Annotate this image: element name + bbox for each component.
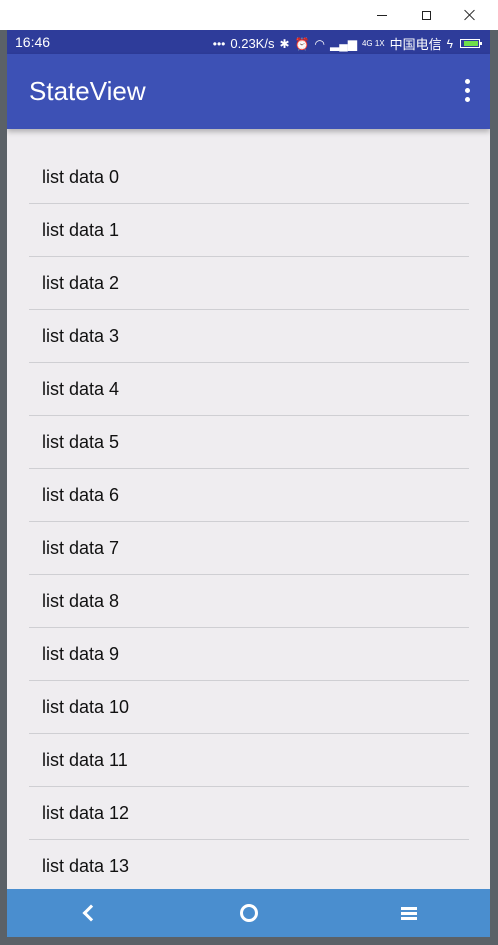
alarm-icon: ⏰ [294, 36, 310, 51]
list-item[interactable]: list data 11 [29, 735, 469, 787]
window-titlebar [0, 0, 498, 30]
carrier-name: 中国电信 [389, 37, 442, 52]
home-icon [240, 904, 258, 922]
data-list[interactable]: list data 0 list data 1 list data 2 list… [29, 152, 469, 894]
list-item[interactable]: list data 8 [29, 576, 469, 628]
status-time: 16:46 [15, 34, 51, 50]
overflow-dot-icon [465, 79, 470, 84]
back-button[interactable] [59, 889, 119, 937]
menu-icon [401, 907, 417, 920]
charging-icon: ϟ [446, 36, 453, 51]
menu-button[interactable] [379, 889, 439, 937]
list-item[interactable]: list data 6 [29, 470, 469, 522]
back-icon [82, 904, 100, 922]
list-item[interactable]: list data 7 [29, 523, 469, 575]
emulator-window: 16:46 ••• 0.23K/s ✱ ⏰ ◠ ▂▄▆ 4G 1X 中国电信 ϟ… [0, 0, 498, 945]
list-item[interactable]: list data 0 [29, 152, 469, 204]
signal-label: 4G 1X [361, 38, 385, 48]
app-title: StateView [29, 76, 146, 106]
bluetooth-icon: ✱ [279, 36, 290, 51]
app-bar: StateView [7, 54, 490, 129]
wifi-icon: ◠ [314, 36, 325, 51]
maximize-button[interactable] [404, 0, 448, 30]
minimize-button[interactable] [360, 0, 404, 30]
phone-screen: 16:46 ••• 0.23K/s ✱ ⏰ ◠ ▂▄▆ 4G 1X 中国电信 ϟ… [7, 30, 490, 937]
status-indicators: ••• 0.23K/s ✱ ⏰ ◠ ▂▄▆ 4G 1X 中国电信 ϟ [212, 34, 482, 53]
dots-icon: ••• [212, 36, 226, 51]
minimize-icon [377, 14, 387, 16]
list-item[interactable]: list data 3 [29, 311, 469, 363]
status-bar: 16:46 ••• 0.23K/s ✱ ⏰ ◠ ▂▄▆ 4G 1X 中国电信 ϟ [7, 30, 490, 54]
list-item[interactable]: list data 2 [29, 258, 469, 310]
signal-icon: ▂▄▆ [329, 36, 357, 51]
list-item[interactable]: list data 4 [29, 364, 469, 416]
navigation-bar [7, 889, 490, 937]
maximize-icon [421, 10, 431, 20]
close-icon [464, 9, 476, 21]
overflow-dot-icon [465, 88, 470, 93]
list-item[interactable]: list data 5 [29, 417, 469, 469]
home-button[interactable] [219, 889, 279, 937]
battery-icon [460, 39, 482, 48]
list-item[interactable]: list data 10 [29, 682, 469, 734]
overflow-dot-icon [465, 97, 470, 102]
list-item[interactable]: list data 1 [29, 205, 469, 257]
network-speed: 0.23K/s [230, 36, 275, 51]
list-item[interactable]: list data 9 [29, 629, 469, 681]
list-item[interactable]: list data 13 [29, 841, 469, 893]
list-item[interactable]: list data 12 [29, 788, 469, 840]
close-button[interactable] [448, 0, 492, 30]
more-options-button[interactable] [462, 79, 472, 105]
